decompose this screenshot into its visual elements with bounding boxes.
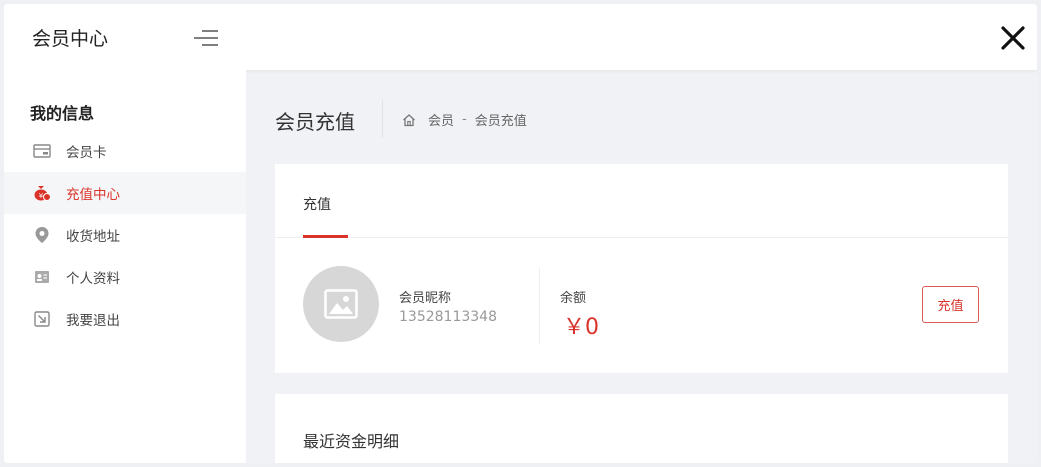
sidebar-item-profile[interactable]: 个人资料: [4, 256, 246, 298]
sidebar-item-label: 个人资料: [66, 271, 120, 287]
location-pin-icon: [32, 225, 52, 245]
member-nickname-label: 会员昵称: [399, 291, 452, 306]
tab-recharge[interactable]: 充值: [303, 194, 331, 214]
close-icon[interactable]: [999, 24, 1027, 52]
sidebar-item-label: 充值中心: [66, 187, 120, 203]
title-divider: [382, 100, 383, 138]
home-icon[interactable]: [402, 113, 416, 127]
sidebar-heading: 我的信息: [30, 104, 95, 123]
breadcrumb-root[interactable]: 会员: [428, 110, 454, 129]
breadcrumb: 会员 - 会员充值: [402, 110, 527, 129]
id-card-icon: [32, 267, 52, 287]
svg-text:¥: ¥: [39, 192, 44, 200]
logout-icon: [32, 309, 52, 329]
image-placeholder-icon: [324, 289, 358, 319]
balance-value: ￥0: [563, 315, 599, 340]
top-header: 会员中心: [4, 4, 1037, 70]
recharge-card: 充值 会员昵称 13528113348 余额 ￥0 充值: [275, 164, 1008, 373]
card-icon: [32, 141, 52, 161]
menu-toggle-icon[interactable]: [192, 28, 220, 48]
app-frame: 会员中心 我的信息 会员卡 ¥ 充值中心 收货地址 个人资料 我要退出 会员充值…: [4, 4, 1037, 463]
sidebar-item-label: 收货地址: [66, 229, 120, 245]
sidebar: 我的信息 会员卡 ¥ 充值中心 收货地址 个人资料 我要退出: [4, 70, 246, 463]
breadcrumb-separator: -: [462, 112, 467, 127]
sidebar-item-member-card[interactable]: 会员卡: [4, 130, 246, 172]
sidebar-item-label: 我要退出: [66, 313, 120, 329]
sidebar-item-label: 会员卡: [66, 145, 107, 161]
recent-funds-card: 最近资金明细: [275, 394, 1008, 463]
sidebar-item-recharge[interactable]: ¥ 充值中心: [4, 172, 246, 214]
page-title: 会员充值: [275, 110, 355, 134]
active-tab-indicator: [303, 235, 348, 238]
recharge-button[interactable]: 充值: [922, 286, 979, 323]
money-bag-icon: ¥: [32, 183, 52, 203]
sidebar-menu: 会员卡 ¥ 充值中心 收货地址 个人资料 我要退出: [4, 130, 246, 340]
member-phone: 13528113348: [399, 309, 497, 325]
sidebar-item-logout[interactable]: 我要退出: [4, 298, 246, 340]
balance-label: 余额: [560, 291, 587, 306]
breadcrumb-current: 会员充值: [474, 114, 527, 129]
info-divider: [539, 268, 540, 344]
app-title: 会员中心: [32, 28, 109, 50]
sidebar-item-address[interactable]: 收货地址: [4, 214, 246, 256]
avatar: [303, 266, 379, 342]
recent-funds-title: 最近资金明细: [303, 432, 400, 451]
tab-divider: [275, 237, 1008, 238]
